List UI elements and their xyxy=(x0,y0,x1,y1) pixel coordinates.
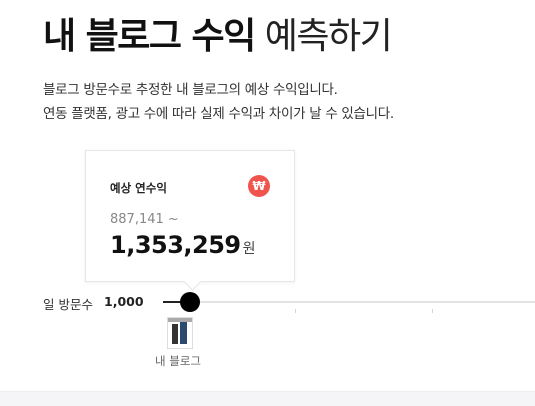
card-caret xyxy=(183,272,202,291)
visits-label: 일 방문수 xyxy=(43,297,93,312)
revenue-unit: 원 xyxy=(242,241,256,257)
description-line-2: 연동 플랫폼, 광고 수에 따라 실제 수익과 차이가 날 수 있습니다. xyxy=(43,106,394,122)
bottom-bar xyxy=(0,391,535,406)
won-icon: ₩ xyxy=(248,175,270,197)
slider-track[interactable] xyxy=(163,301,535,303)
blog-label: 내 블로그 xyxy=(155,354,201,368)
revenue-amount: 1,353,259 원 xyxy=(110,231,256,259)
range-start: 887,141 ~ xyxy=(110,212,179,227)
page-title-light: 예측하기 xyxy=(264,16,393,57)
revenue-card: 예상 연수익 ₩ 887,141 ~ 1,353,259 원 xyxy=(85,150,295,291)
visits-value: 1,000 xyxy=(104,294,144,309)
blog-avatar xyxy=(167,317,193,349)
slider-tick xyxy=(432,309,433,313)
description-line-1: 블로그 방문수로 추정한 내 블로그의 예상 수익입니다. xyxy=(43,82,338,98)
card-label: 예상 연수익 xyxy=(110,181,167,195)
page-title: 내 블로그 수익 예측하기 xyxy=(43,14,393,60)
slider-thumb[interactable] xyxy=(180,292,200,312)
page-title-bold: 내 블로그 수익 xyxy=(43,16,256,57)
revenue-amount-number: 1,353,259 xyxy=(110,231,241,259)
slider-tick xyxy=(295,309,296,313)
